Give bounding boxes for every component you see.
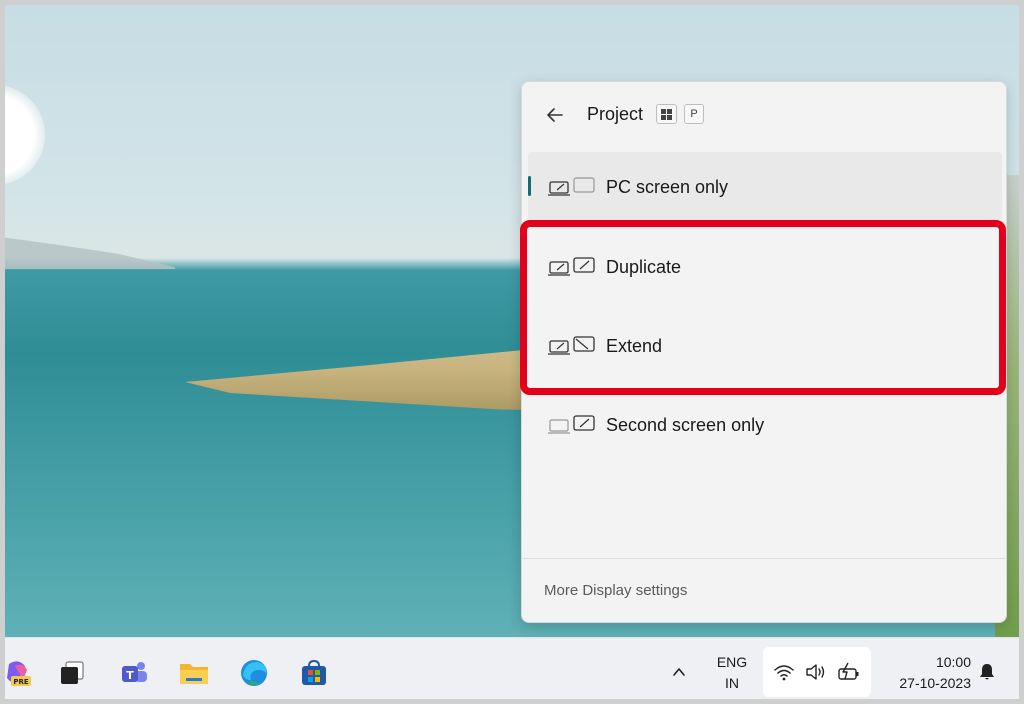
project-flyout: Project P PC screen only Duplicate Exten… [521, 81, 1007, 623]
teams-icon: T [122, 662, 147, 682]
notifications-button[interactable] [975, 660, 999, 684]
sun-glow [5, 85, 45, 185]
option-extend[interactable]: Extend [528, 311, 1002, 379]
windows-logo-icon [661, 108, 672, 120]
footer-divider [522, 558, 1006, 559]
option-label: Extend [606, 336, 663, 356]
language-indicator[interactable]: ENG IN [705, 652, 759, 694]
flyout-header: Project P [522, 82, 1006, 148]
clock-time: 10:00 [935, 654, 971, 670]
back-button[interactable] [542, 102, 568, 128]
show-hidden-icons-button[interactable] [667, 660, 691, 684]
edge-button[interactable] [237, 656, 271, 690]
store-button[interactable] [297, 656, 331, 690]
svg-text:PRE: PRE [13, 678, 29, 686]
teams-button[interactable]: T [117, 656, 151, 690]
option-label: Second screen only [606, 415, 765, 435]
duplicate-icon [548, 257, 595, 276]
chevron-up-icon [673, 668, 685, 676]
option-duplicate[interactable]: Duplicate [528, 232, 1002, 300]
clock-date: 27-10-2023 [899, 675, 971, 691]
quick-settings-button[interactable] [763, 647, 871, 697]
pc-screen-only-icon [548, 177, 595, 196]
option-label: PC screen only [606, 177, 729, 197]
option-pc-screen-only[interactable]: PC screen only [528, 152, 1002, 220]
screenshot-frame: Project P PC screen only Duplicate Exten… [0, 0, 1024, 704]
back-arrow-icon [547, 108, 563, 122]
language-line1: ENG [716, 654, 748, 670]
distant-hill [5, 235, 175, 269]
edge-icon [241, 660, 267, 686]
option-label: Duplicate [606, 257, 682, 277]
more-display-settings-link[interactable]: More Display settings [544, 582, 687, 599]
p-key-badge: P [684, 104, 704, 124]
second-screen-only-icon [548, 415, 595, 434]
file-explorer-icon [180, 664, 208, 684]
selected-indicator [528, 176, 531, 196]
store-icon [302, 659, 326, 685]
task-view-button[interactable] [55, 656, 89, 690]
extend-icon [548, 336, 595, 355]
battery-icon [838, 662, 859, 680]
copilot-button[interactable]: PRE [5, 656, 35, 690]
option-second-screen-only[interactable]: Second screen only [528, 390, 1002, 458]
language-line2: IN [725, 675, 739, 691]
windows-key-badge [656, 104, 677, 124]
svg-text:T: T [126, 669, 134, 682]
flyout-title: Project [587, 104, 644, 124]
copilot-pre-icon: PRE [7, 661, 31, 686]
file-explorer-button[interactable] [177, 656, 211, 690]
volume-icon [806, 664, 825, 680]
wifi-icon [774, 665, 794, 681]
bell-icon [980, 664, 994, 680]
task-view-icon [61, 661, 84, 684]
taskbar: PRE T ENG IN 10:00 27-10-2023 [5, 637, 1019, 699]
clock[interactable]: 10:00 27-10-2023 [875, 652, 971, 694]
